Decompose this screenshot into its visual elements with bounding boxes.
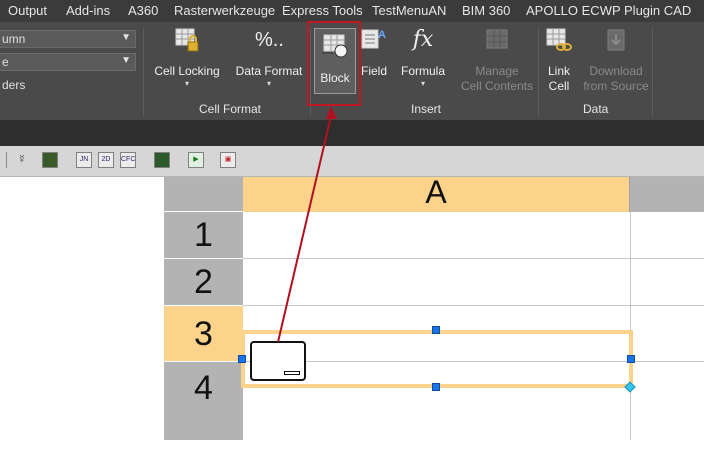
app-window: Output Add-ins A360 Rasterwerkzeuge Expr… bbox=[0, 0, 712, 448]
callout-arrow bbox=[277, 106, 337, 343]
torn-edge-bottom bbox=[0, 440, 724, 460]
torn-edge-right bbox=[704, 0, 724, 460]
